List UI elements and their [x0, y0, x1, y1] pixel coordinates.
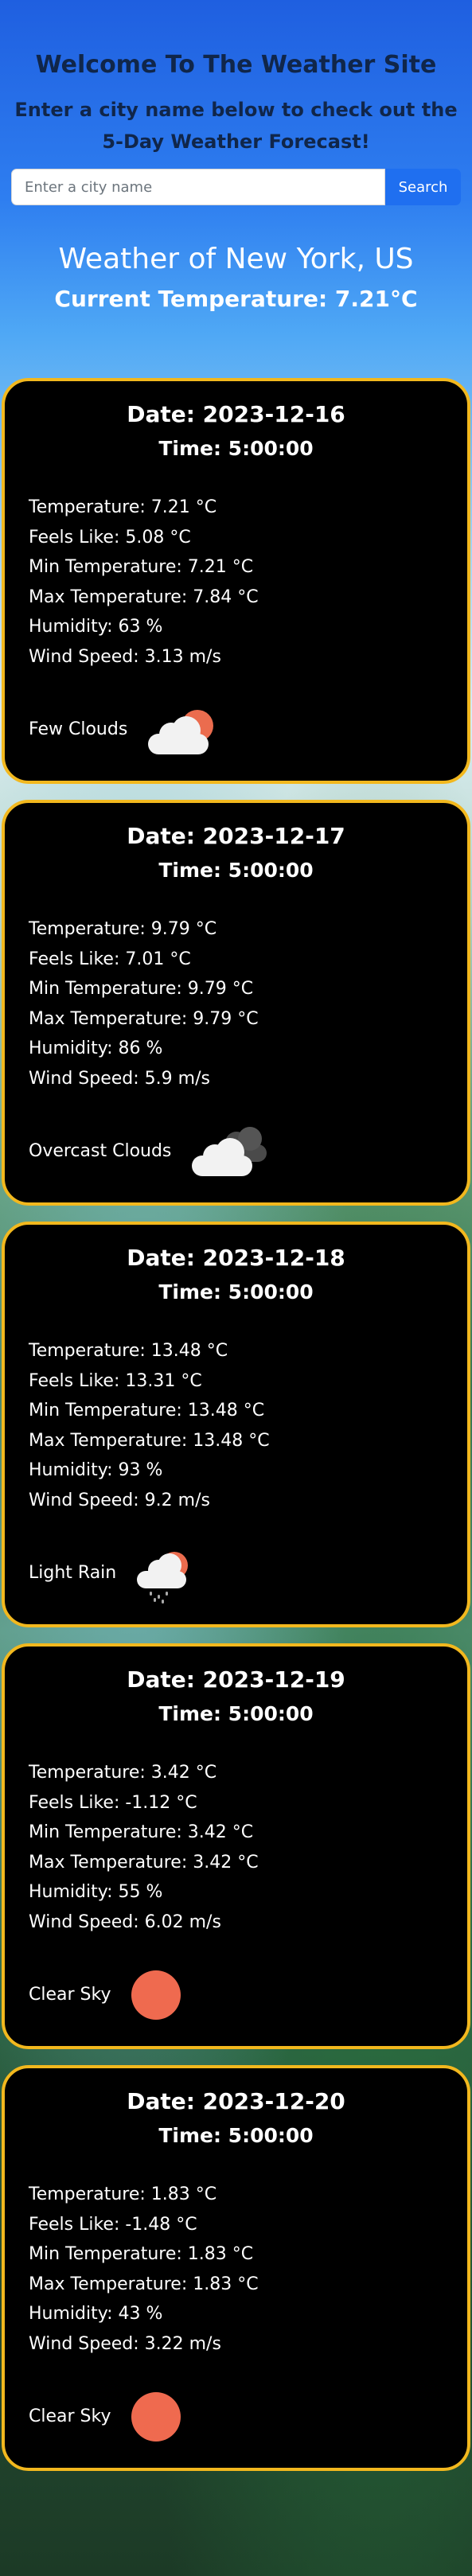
humidity-value: Humidity: 86 %: [29, 1039, 163, 1058]
temperature-value: Temperature: 3.42 °C: [29, 1763, 217, 1783]
site-subtitle: Enter a city name below to check out the…: [14, 99, 458, 153]
humidity-value: Humidity: 63 %: [29, 617, 163, 637]
min-temperature-value: Min Temperature: 7.21 °C: [29, 557, 254, 577]
weather-description: Overcast Clouds: [29, 1141, 172, 1161]
search-button[interactable]: Search: [385, 169, 461, 205]
temperature-value: Temperature: 13.48 °C: [29, 1341, 228, 1361]
clear-sky-icon: [131, 1970, 181, 2020]
wind-speed-value: Wind Speed: 9.2 m/s: [29, 1490, 210, 1510]
forecast-card: Date: 2023-12-17 Time: 5:00:00 Temperatu…: [2, 800, 470, 1206]
forecast-date: Date: 2023-12-16: [127, 401, 345, 427]
temperature-value: Temperature: 9.79 °C: [29, 919, 217, 939]
weather-description: Few Clouds: [29, 719, 128, 739]
forecast-card: Date: 2023-12-18 Time: 5:00:00 Temperatu…: [2, 1222, 470, 1627]
current-temperature: Current Temperature: 7.21°C: [54, 286, 418, 312]
feels-like-value: Feels Like: 7.01 °C: [29, 949, 191, 969]
feels-like-value: Feels Like: -1.12 °C: [29, 1792, 197, 1813]
min-temperature-value: Min Temperature: 13.48 °C: [29, 1401, 265, 1421]
forecast-date: Date: 2023-12-20: [127, 2088, 345, 2114]
city-title: Weather of New York, US: [58, 243, 414, 275]
weather-description-row: Clear Sky: [5, 1969, 467, 2021]
forecast-card: Date: 2023-12-16 Time: 5:00:00 Temperatu…: [2, 378, 470, 784]
forecast-stats: Temperature: 1.83 °C Feels Like: -1.48 °…: [5, 2180, 467, 2359]
forecast-stats: Temperature: 7.21 °C Feels Like: 5.08 °C…: [5, 493, 467, 672]
few-clouds-icon: [148, 703, 220, 756]
weather-description: Clear Sky: [29, 1985, 111, 2005]
search-bar: Search: [11, 169, 461, 205]
clear-sky-icon: [131, 2392, 181, 2442]
forecast-date: Date: 2023-12-17: [127, 823, 345, 849]
forecast-card: Date: 2023-12-19 Time: 5:00:00 Temperatu…: [2, 1643, 470, 2049]
forecast-date: Date: 2023-12-18: [127, 1245, 345, 1271]
weather-description: Light Rain: [29, 1563, 117, 1583]
forecast-stats: Temperature: 3.42 °C Feels Like: -1.12 °…: [5, 1758, 467, 1937]
forecast-time: Time: 5:00:00: [158, 859, 314, 882]
feels-like-value: Feels Like: 5.08 °C: [29, 527, 191, 548]
site-header: Welcome To The Weather Site Enter a city…: [0, 0, 472, 158]
forecast-time: Time: 5:00:00: [158, 1280, 314, 1304]
weather-description-row: Light Rain: [5, 1547, 467, 1604]
light-rain-icon: [137, 1547, 209, 1604]
forecast-time: Time: 5:00:00: [158, 1702, 314, 1725]
weather-description-row: Clear Sky: [5, 2391, 467, 2443]
max-temperature-value: Max Temperature: 13.48 °C: [29, 1430, 270, 1451]
forecast-time: Time: 5:00:00: [158, 437, 314, 460]
humidity-value: Humidity: 55 %: [29, 1882, 163, 1902]
max-temperature-value: Max Temperature: 9.79 °C: [29, 1008, 259, 1029]
weather-description-row: Overcast Clouds: [5, 1125, 467, 1178]
min-temperature-value: Min Temperature: 3.42 °C: [29, 1822, 254, 1842]
temperature-value: Temperature: 7.21 °C: [29, 497, 217, 517]
forecast-card: Date: 2023-12-20 Time: 5:00:00 Temperatu…: [2, 2065, 470, 2471]
site-title: Welcome To The Weather Site: [35, 51, 437, 79]
max-temperature-value: Max Temperature: 1.83 °C: [29, 2274, 259, 2294]
overcast-clouds-icon: [192, 1125, 267, 1178]
humidity-value: Humidity: 93 %: [29, 1460, 163, 1480]
temperature-value: Temperature: 1.83 °C: [29, 2184, 217, 2204]
weather-description-row: Few Clouds: [5, 703, 467, 756]
forecast-date: Date: 2023-12-19: [127, 1666, 345, 1693]
min-temperature-value: Min Temperature: 9.79 °C: [29, 979, 254, 999]
humidity-value: Humidity: 43 %: [29, 2304, 163, 2324]
forecast-stats: Temperature: 13.48 °C Feels Like: 13.31 …: [5, 1336, 467, 1515]
feels-like-value: Feels Like: -1.48 °C: [29, 2214, 197, 2235]
forecast-stats: Temperature: 9.79 °C Feels Like: 7.01 °C…: [5, 914, 467, 1093]
forecast-time: Time: 5:00:00: [158, 2124, 314, 2147]
feels-like-value: Feels Like: 13.31 °C: [29, 1370, 202, 1391]
min-temperature-value: Min Temperature: 1.83 °C: [29, 2244, 254, 2264]
wind-speed-value: Wind Speed: 6.02 m/s: [29, 1912, 221, 1932]
wind-speed-value: Wind Speed: 5.9 m/s: [29, 1068, 210, 1089]
city-search-input[interactable]: [11, 169, 385, 205]
weather-description: Clear Sky: [29, 2406, 111, 2426]
wind-speed-value: Wind Speed: 3.22 m/s: [29, 2333, 221, 2354]
wind-speed-value: Wind Speed: 3.13 m/s: [29, 646, 221, 667]
max-temperature-value: Max Temperature: 3.42 °C: [29, 1852, 259, 1873]
max-temperature-value: Max Temperature: 7.84 °C: [29, 587, 259, 607]
